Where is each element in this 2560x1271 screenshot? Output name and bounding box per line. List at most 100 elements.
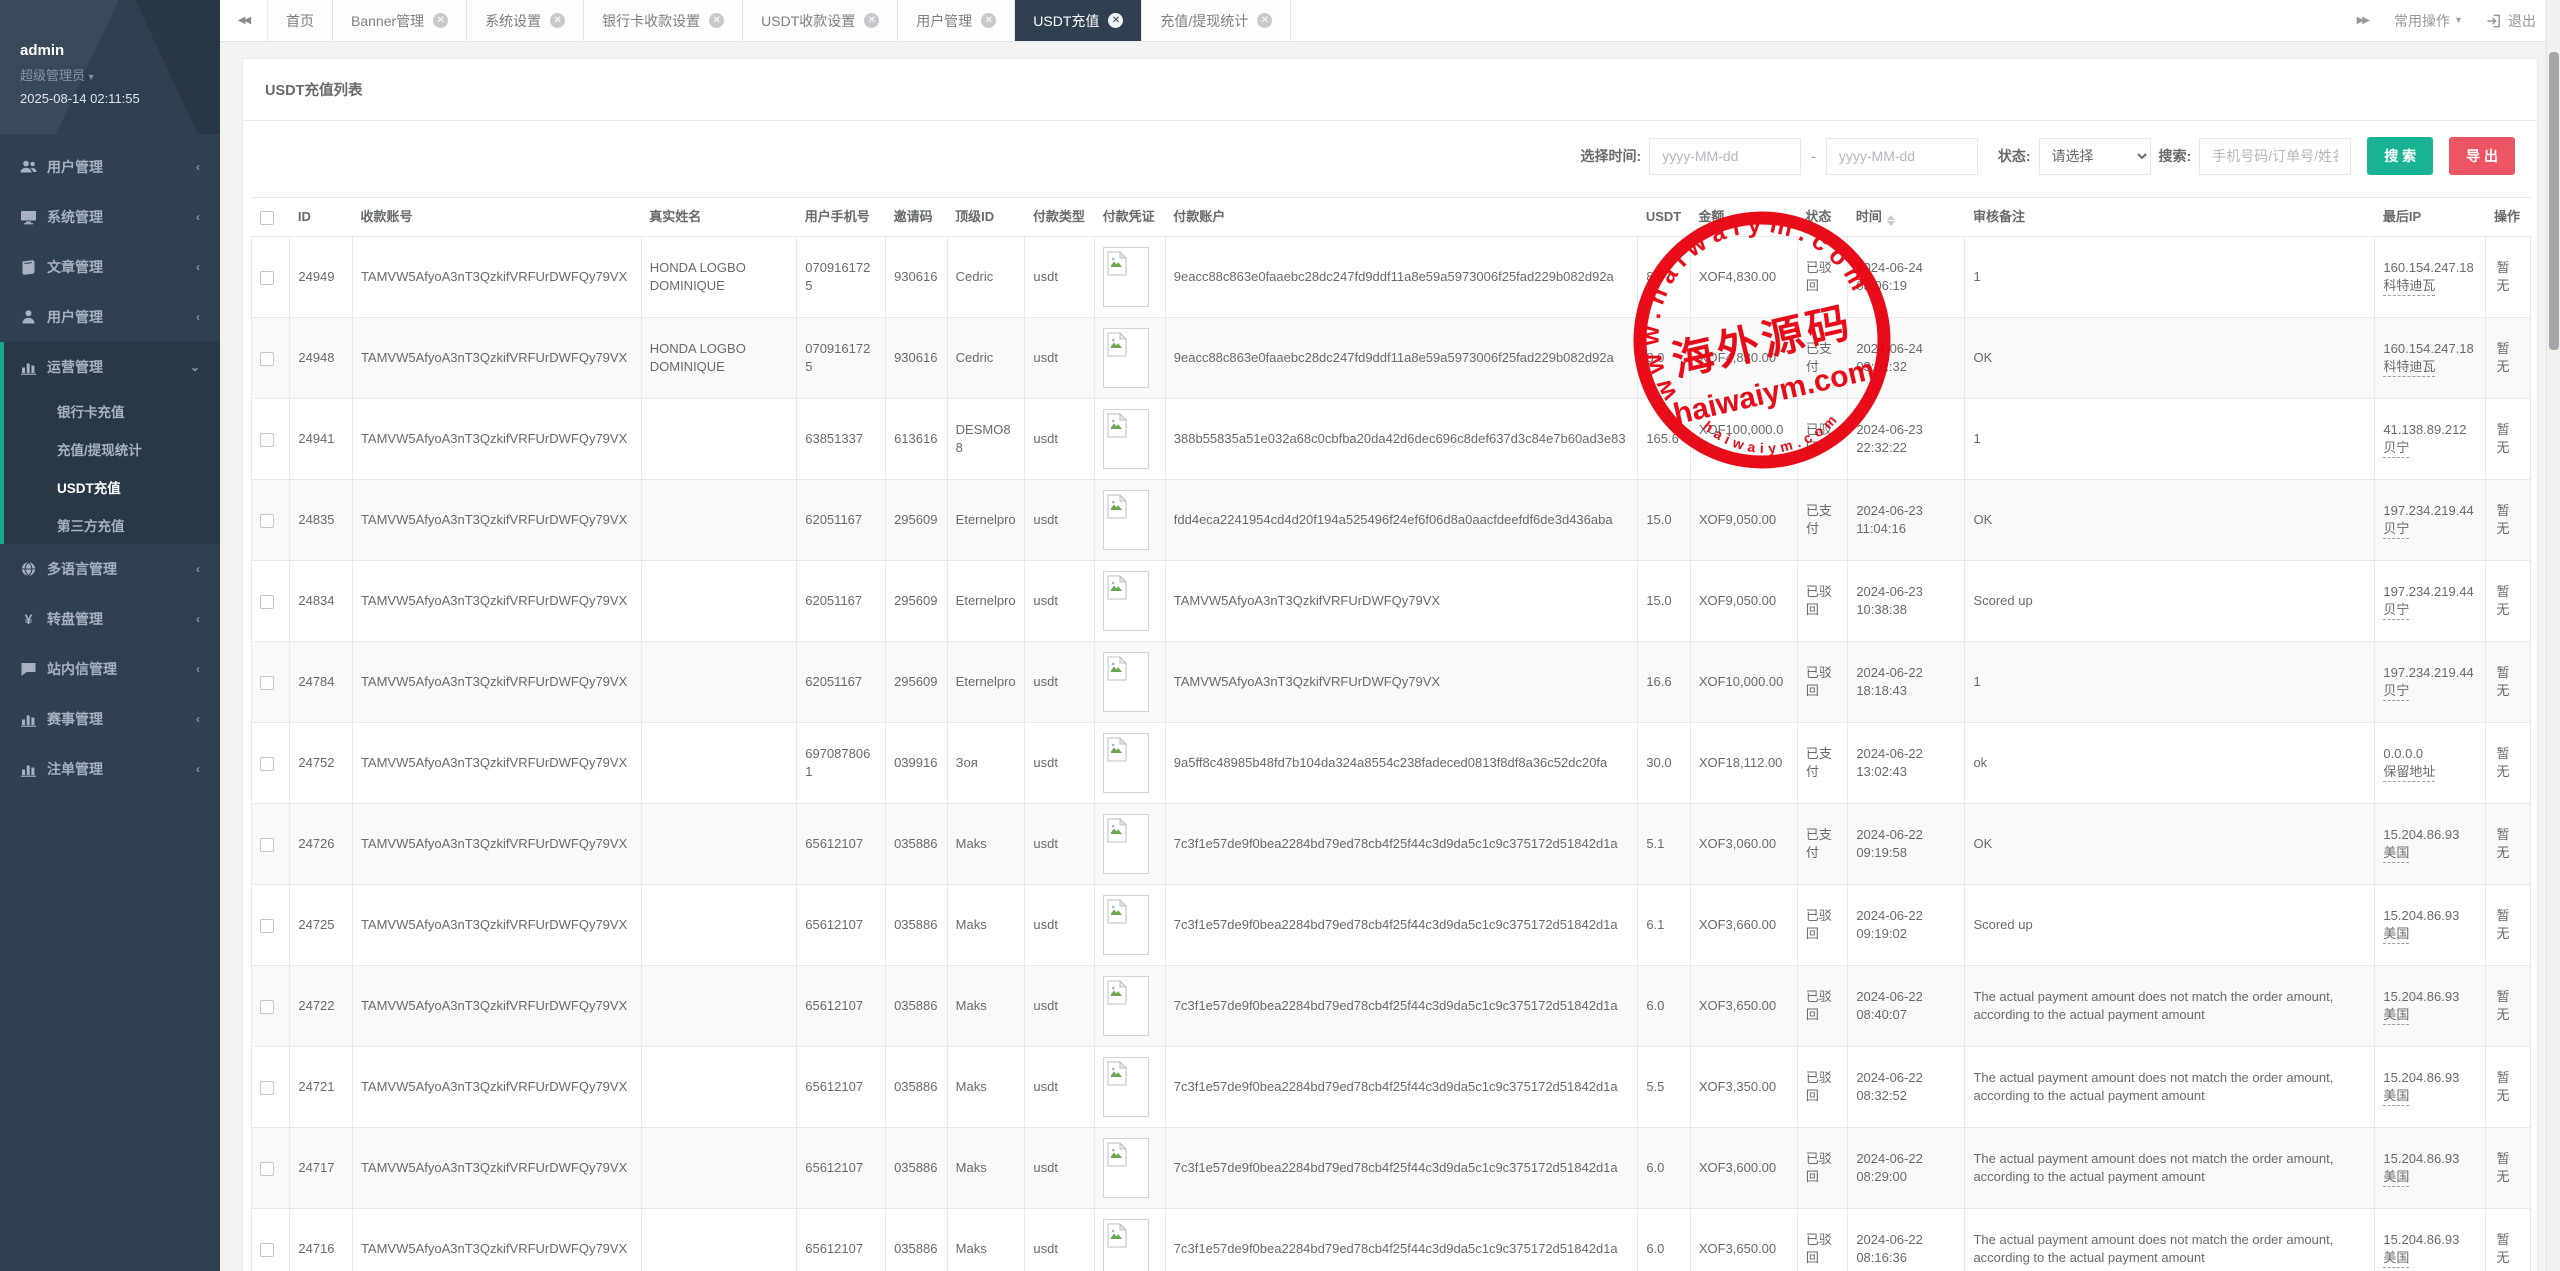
chevron-left-icon: ‹ [196, 762, 200, 776]
sidebar-item-用户管理[interactable]: 用户管理‹ [0, 142, 220, 192]
payment-proof-image[interactable] [1103, 247, 1149, 307]
cell-status: 已驳回 [1797, 885, 1847, 966]
payment-proof-image[interactable] [1103, 652, 1149, 712]
search-filter-label: 搜索: [2159, 146, 2192, 166]
payment-proof-image[interactable] [1103, 571, 1149, 631]
tab-系统设置[interactable]: 系统设置✕ [467, 0, 584, 41]
payment-proof-image[interactable] [1103, 814, 1149, 874]
row-checkbox[interactable] [260, 514, 274, 528]
cell-receive-account: TAMVW5AfyoA3nT3QzkifVRFUrDWFQy79VX [352, 723, 641, 804]
sidebar-item-文章管理[interactable]: 文章管理‹ [0, 242, 220, 292]
status-select[interactable]: 请选择 [2039, 138, 2151, 175]
cell-receive-account: TAMVW5AfyoA3nT3QzkifVRFUrDWFQy79VX [352, 642, 641, 723]
table-row: 24949TAMVW5AfyoA3nT3QzkifVRFUrDWFQy79VXH… [252, 237, 2531, 318]
column-header-amount[interactable]: 金额 [1690, 198, 1797, 237]
cell-time: 2024-06-22 08:29:00 [1848, 1128, 1965, 1209]
payment-proof-image[interactable] [1103, 1219, 1149, 1271]
time-filter-label: 选择时间: [1581, 146, 1642, 166]
sort-icon[interactable] [1729, 215, 1737, 226]
search-button[interactable]: 搜 索 [2367, 137, 2433, 175]
cell-invite-code: 930616 [886, 237, 948, 318]
tab-close-icon[interactable]: ✕ [981, 13, 996, 28]
tab-用户管理[interactable]: 用户管理✕ [898, 0, 1015, 41]
row-checkbox[interactable] [260, 757, 274, 771]
user-role-dropdown[interactable]: 超级管理员 ▾ [20, 65, 200, 84]
sidebar-item-label: 文章管理 [47, 257, 103, 277]
tab-close-icon[interactable]: ✕ [864, 13, 879, 28]
cell-remark: The actual payment amount does not match… [1965, 966, 2375, 1047]
row-checkbox[interactable] [260, 1081, 274, 1095]
payment-proof-image[interactable] [1103, 976, 1149, 1036]
payment-proof-image[interactable] [1103, 733, 1149, 793]
tab-充值/提现统计[interactable]: 充值/提现统计✕ [1142, 0, 1291, 41]
sidebar: admin 超级管理员 ▾ 2025-08-14 02:11:55 用户管理‹系… [0, 0, 220, 1271]
sidebar-item-系统管理[interactable]: 系统管理‹ [0, 192, 220, 242]
tab-银行卡收款设置[interactable]: 银行卡收款设置✕ [584, 0, 743, 41]
tabs-scroll-right-button[interactable]: ▶▶ [2357, 15, 2368, 26]
date-range-separator: - [1809, 148, 1818, 164]
table-row: 24722TAMVW5AfyoA3nT3QzkifVRFUrDWFQy79VX6… [252, 966, 2531, 1047]
column-header-time[interactable]: 时间 [1848, 198, 1965, 237]
sidebar-item-注单管理[interactable]: 注单管理‹ [0, 744, 220, 794]
row-checkbox[interactable] [260, 838, 274, 852]
row-checkbox[interactable] [260, 1162, 274, 1176]
sidebar-item-多语言管理[interactable]: 多语言管理‹ [0, 544, 220, 594]
sort-icon[interactable] [1887, 215, 1895, 226]
row-checkbox[interactable] [260, 352, 274, 366]
login-datetime: 2025-08-14 02:11:55 [20, 91, 200, 106]
column-label: 真实姓名 [649, 209, 701, 224]
payment-proof-image[interactable] [1103, 490, 1149, 550]
sidebar-subitem-第三方充值[interactable]: 第三方充值 [4, 506, 220, 544]
row-checkbox[interactable] [260, 271, 274, 285]
sidebar-item-站内信管理[interactable]: 站内信管理‹ [0, 644, 220, 694]
cell-top-id: Eternelpro [947, 642, 1025, 723]
cell-top-id: Eternelpro [947, 561, 1025, 642]
payment-proof-image[interactable] [1103, 1057, 1149, 1117]
tab-close-icon[interactable]: ✕ [433, 13, 448, 28]
export-button[interactable]: 导 出 [2449, 137, 2515, 175]
sidebar-item-赛事管理[interactable]: 赛事管理‹ [0, 694, 220, 744]
tab-首页[interactable]: 首页 [268, 0, 333, 41]
row-checkbox[interactable] [260, 676, 274, 690]
payment-proof-image[interactable] [1103, 895, 1149, 955]
ip-location: 贝宁 [2383, 601, 2409, 620]
cell-real-name [641, 1047, 797, 1128]
sidebar-subitem-USDT充值[interactable]: USDT充值 [4, 468, 220, 506]
tab-USDT收款设置[interactable]: USDT收款设置✕ [743, 0, 898, 41]
tab-close-icon[interactable]: ✕ [550, 13, 565, 28]
select-all-checkbox[interactable] [260, 211, 274, 225]
row-checkbox[interactable] [260, 433, 274, 447]
sidebar-item-用户管理[interactable]: 用户管理‹ [0, 292, 220, 342]
cell-receive-account: TAMVW5AfyoA3nT3QzkifVRFUrDWFQy79VX [352, 237, 641, 318]
scrollbar-thumb[interactable] [2549, 52, 2559, 350]
cell-remark: OK [1965, 804, 2375, 885]
payment-proof-image[interactable] [1103, 1138, 1149, 1198]
start-date-input[interactable] [1649, 138, 1801, 175]
logout-button[interactable]: 退出 [2487, 11, 2536, 31]
row-checkbox[interactable] [260, 595, 274, 609]
sidebar-subitem-银行卡充值[interactable]: 银行卡充值 [4, 392, 220, 430]
column-header-action: 操作 [2486, 198, 2531, 237]
quick-operations-menu[interactable]: 常用操作 ▾ [2394, 11, 2461, 31]
tab-close-icon[interactable]: ✕ [1108, 13, 1123, 28]
row-checkbox[interactable] [260, 1000, 274, 1014]
sidebar-subitem-充值/提现统计[interactable]: 充值/提现统计 [4, 430, 220, 468]
tab-Banner管理[interactable]: Banner管理✕ [333, 0, 467, 41]
sidebar-item-转盘管理[interactable]: ¥转盘管理‹ [0, 594, 220, 644]
search-input[interactable] [2199, 138, 2351, 175]
payment-proof-image[interactable] [1103, 328, 1149, 388]
tab-close-icon[interactable]: ✕ [709, 13, 724, 28]
tabs-scroll-left-button[interactable]: ◀◀ [220, 0, 268, 41]
row-checkbox[interactable] [260, 1243, 274, 1257]
payment-proof-image[interactable] [1103, 409, 1149, 469]
table-row: 24717TAMVW5AfyoA3nT3QzkifVRFUrDWFQy79VX6… [252, 1128, 2531, 1209]
tab-close-icon[interactable]: ✕ [1257, 13, 1272, 28]
sidebar-item-运营管理[interactable]: 运营管理⌄ [4, 342, 220, 392]
row-checkbox[interactable] [260, 919, 274, 933]
cell-time: 2024-06-22 18:18:43 [1848, 642, 1965, 723]
end-date-input[interactable] [1826, 138, 1978, 175]
cell-phone: 62051167 [797, 561, 886, 642]
tab-USDT充值[interactable]: USDT充值✕ [1015, 0, 1142, 41]
cell-top-id: Maks [947, 1047, 1025, 1128]
cell-pay-type: usdt [1025, 1209, 1095, 1271]
